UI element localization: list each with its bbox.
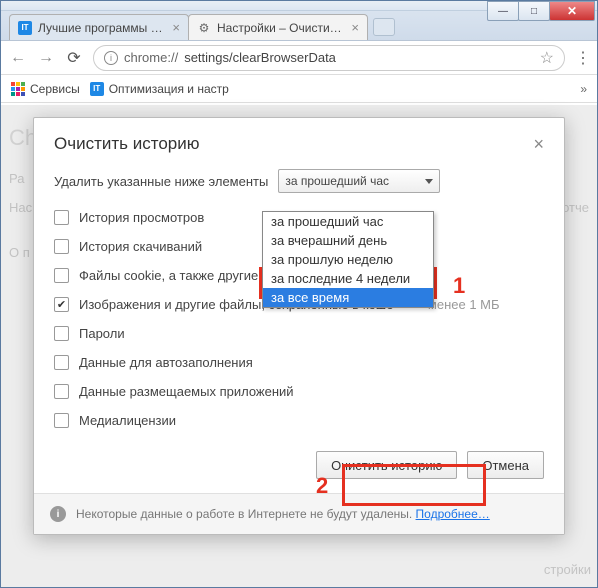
tab-label: Лучшие программы для… xyxy=(38,21,166,35)
opt-past-4-weeks[interactable]: за последние 4 недели xyxy=(263,269,433,288)
reload-button[interactable]: ⟳ xyxy=(65,49,83,67)
learn-more-link[interactable]: Подробнее… xyxy=(416,507,490,521)
dialog-info-bar: i Некоторые данные о работе в Интернете … xyxy=(34,493,564,534)
clear-history-button[interactable]: Очистить историю xyxy=(316,451,457,479)
titlebar: — □ ✕ xyxy=(1,1,597,11)
time-range-dropdown: за прошедший час за вчерашний день за пр… xyxy=(262,211,434,308)
maximize-button[interactable]: □ xyxy=(518,1,550,21)
apps-shortcut[interactable]: Сервисы xyxy=(11,82,80,96)
time-range-select[interactable]: за прошедший час xyxy=(278,169,440,193)
browser-window: — □ ✕ IT Лучшие программы для… × ⚙ Настр… xyxy=(0,0,598,588)
check-passwords[interactable]: Пароли xyxy=(54,319,544,348)
site-info-icon[interactable]: i xyxy=(104,51,118,65)
tab-close-icon[interactable]: × xyxy=(351,20,359,35)
select-value: за прошедший час xyxy=(285,174,389,188)
forward-button: → xyxy=(37,49,55,67)
opt-all-time[interactable]: за все время xyxy=(263,288,433,307)
dialog-title: Очистить историю xyxy=(54,134,199,154)
new-tab-button[interactable] xyxy=(373,18,395,36)
window-controls: — □ ✕ xyxy=(488,1,595,21)
cancel-button[interactable]: Отмена xyxy=(467,451,544,479)
favicon-it-icon: IT xyxy=(18,21,32,35)
dialog-close-icon[interactable]: × xyxy=(533,134,544,155)
check-hosted-app-data[interactable]: Данные размещаемых приложений xyxy=(54,377,544,406)
tab-settings[interactable]: ⚙ Настройки – Очистить и… × xyxy=(188,14,368,40)
minimize-button[interactable]: — xyxy=(487,1,519,21)
info-text: Некоторые данные о работе в Интернете не… xyxy=(76,507,416,521)
toolbar: ← → ⟳ i chrome:// settings/clearBrowserDa… xyxy=(1,41,597,75)
close-window-button[interactable]: ✕ xyxy=(549,1,595,21)
tab-programs[interactable]: IT Лучшие программы для… × xyxy=(9,14,189,40)
back-button[interactable]: ← xyxy=(9,49,27,67)
opt-past-week[interactable]: за прошлую неделю xyxy=(263,250,433,269)
gear-icon: ⚙ xyxy=(197,21,211,35)
tab-close-icon[interactable]: × xyxy=(172,20,180,35)
url-path: settings/clearBrowserData xyxy=(184,50,336,65)
opt-past-day[interactable]: за вчерашний день xyxy=(263,231,433,250)
tab-label: Настройки – Очистить и… xyxy=(217,21,345,35)
check-autofill[interactable]: Данные для автозаполнения xyxy=(54,348,544,377)
browser-menu-button[interactable]: ⋮ xyxy=(575,48,589,68)
favicon-it-icon: IT xyxy=(90,82,104,96)
chevron-down-icon xyxy=(425,179,433,184)
check-media-licenses[interactable]: Медиалицензии xyxy=(54,406,544,435)
clear-history-dialog: Очистить историю × Удалить указанные ниж… xyxy=(33,117,565,535)
url-scheme: chrome:// xyxy=(124,50,178,65)
bookmark-star-icon[interactable]: ☆ xyxy=(540,48,554,68)
bookmarks-overflow-icon[interactable]: » xyxy=(580,82,587,96)
apps-grid-icon xyxy=(11,82,25,96)
bookmarks-bar: Сервисы IT Оптимизация и настр » xyxy=(1,75,597,103)
info-icon: i xyxy=(50,506,66,522)
bookmark-item[interactable]: IT Оптимизация и настр xyxy=(90,82,229,96)
address-bar[interactable]: i chrome:// settings/clearBrowserData ☆ xyxy=(93,45,565,71)
opt-past-hour[interactable]: за прошедший час xyxy=(263,212,433,231)
time-range-label: Удалить указанные ниже элементы xyxy=(54,174,268,189)
